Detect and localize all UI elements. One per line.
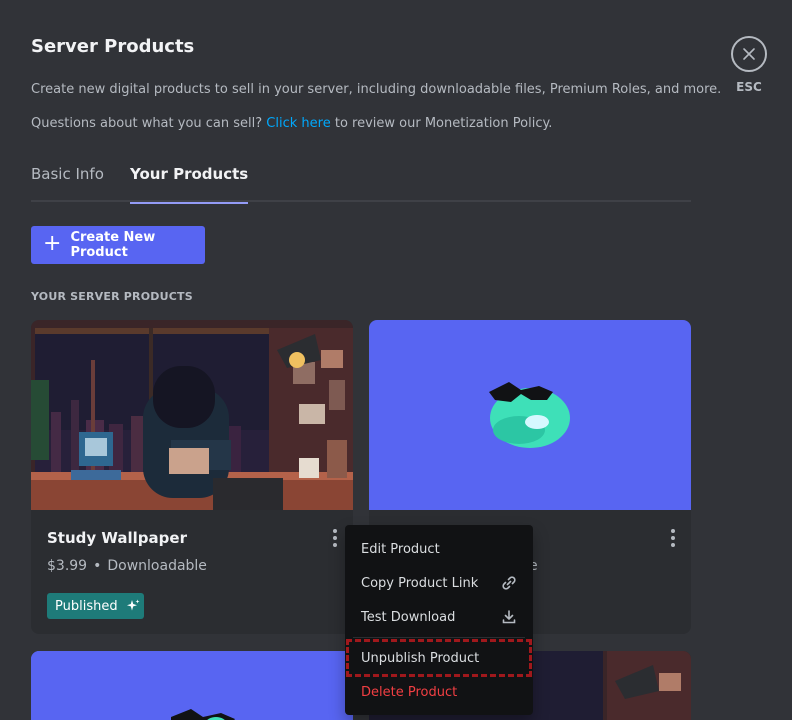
tab-your-products[interactable]: Your Products (130, 165, 249, 204)
menu-item-test-download[interactable]: Test Download (353, 601, 525, 633)
menu-item-copy-product-link[interactable]: Copy Product Link (353, 567, 525, 599)
plus-icon: + (43, 231, 62, 256)
product-price: $3.99 (47, 558, 88, 574)
product-meta: $3.99 • Downloadable (47, 558, 207, 574)
menu-item-label: Unpublish Product (361, 650, 480, 666)
policy-note: Questions about what you can sell? Click… (31, 116, 552, 131)
menu-item-unpublish-product[interactable]: Unpublish Product (353, 642, 525, 674)
kebab-dot (333, 529, 337, 533)
kebab-dot (671, 536, 675, 540)
kebab-dot (671, 529, 675, 533)
create-new-product-button[interactable]: + Create New Product (31, 226, 205, 264)
link-icon (502, 576, 516, 590)
menu-item-label: Edit Product (361, 541, 440, 557)
product-type: Downloadable (107, 558, 207, 574)
product-context-menu: Edit Product Copy Product Link Test Down… (345, 525, 533, 715)
sparkle-icon (126, 599, 140, 611)
menu-separator (353, 637, 525, 638)
published-badge: Published (47, 593, 144, 619)
close-icon (743, 48, 755, 60)
policy-note-suffix: to review our Monetization Policy. (334, 116, 553, 131)
menu-item-label: Test Download (361, 609, 456, 625)
product-image-pixel-room (31, 320, 353, 510)
product-options-button[interactable] (325, 526, 345, 550)
product-card-study-wallpaper[interactable]: Study Wallpaper $3.99 • Downloadable Publi… (31, 320, 353, 634)
close-button[interactable] (731, 36, 767, 72)
menu-item-delete-product[interactable]: Delete Product (353, 676, 525, 708)
page-title: Server Products (31, 36, 195, 57)
product-image-wumpus (369, 320, 691, 510)
menu-item-label: Delete Product (361, 684, 458, 700)
close-control: ESC (731, 36, 767, 94)
kebab-dot (333, 543, 337, 547)
published-badge-label: Published (55, 598, 118, 614)
kebab-dot (333, 536, 337, 540)
product-options-button[interactable] (663, 526, 683, 550)
product-name: Study Wallpaper (47, 529, 187, 547)
menu-item-label: Copy Product Link (361, 575, 479, 591)
menu-item-edit-product[interactable]: Edit Product (353, 533, 525, 565)
kebab-dot (671, 543, 675, 547)
policy-note-prefix: Questions about what you can sell? (31, 116, 263, 131)
download-icon (502, 610, 516, 624)
product-image-wumpus-partial (31, 651, 353, 720)
tab-bar: Basic Info Your Products (31, 160, 691, 204)
page-description: Create new digital products to sell in y… (31, 82, 722, 97)
esc-label: ESC (736, 80, 762, 94)
create-new-product-label: Create New Product (70, 230, 156, 260)
product-card-3[interactable] (31, 651, 353, 720)
meta-separator: • (93, 558, 102, 574)
policy-link[interactable]: Click here (266, 116, 330, 131)
tab-basic-info[interactable]: Basic Info (31, 165, 104, 202)
section-label: YOUR SERVER PRODUCTS (31, 290, 193, 303)
